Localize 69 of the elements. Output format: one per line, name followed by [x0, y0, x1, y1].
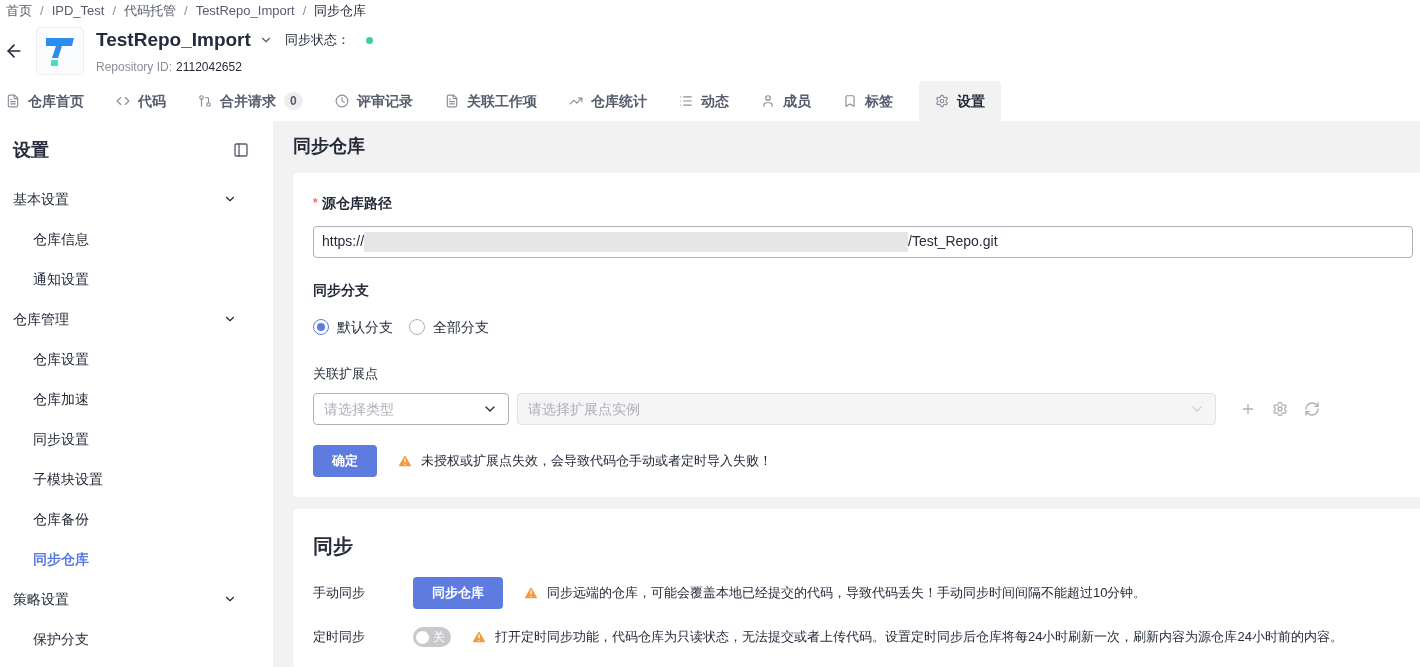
breadcrumb-item[interactable]: IPD_Test	[51, 1, 105, 21]
section-title: 同步	[313, 534, 354, 559]
merge-tab-icon	[198, 94, 212, 108]
field-label: 关联扩展点	[313, 364, 379, 383]
settings-tab-icon	[934, 94, 949, 108]
collapse-icon[interactable]	[233, 142, 249, 158]
breadcrumb-item[interactable]: 首页	[6, 1, 32, 21]
sidebar-group[interactable]: 策略设置	[0, 579, 273, 619]
warning-text: 同步远端的仓库，可能会覆盖本地已经提交的代码，导致代码丢失！手动同步时间间隔不能超过10分钟。	[547, 584, 1147, 603]
warning-text: 未授权或扩展点失效，会导致代码仓手动或者定时导入失败！	[421, 452, 772, 471]
sidebar-item[interactable]: 仓库设置	[0, 339, 273, 379]
sidebar-item[interactable]: 保护分支	[0, 619, 273, 659]
sidebar-title: 设置	[13, 138, 49, 162]
sidebar-item[interactable]: 仓库加速	[0, 379, 273, 419]
sidebar-group[interactable]: 仓库管理	[0, 299, 273, 339]
required-mark: *	[313, 195, 318, 212]
count-badge: 0	[284, 92, 303, 110]
tab[interactable]: 合并请求 0	[192, 81, 309, 121]
page-title: 同步仓库	[293, 135, 366, 159]
repo-id: 2112042652	[176, 59, 242, 77]
sync-status-label: 同步状态：	[284, 31, 350, 50]
code-tab-icon	[116, 94, 130, 108]
sync-button[interactable]: 同步仓库	[413, 577, 503, 609]
sidebar-item[interactable]: 通知设置	[0, 259, 273, 299]
tag-tab-icon	[842, 94, 857, 108]
warning-icon	[397, 453, 413, 469]
refresh-icon[interactable]	[1304, 401, 1320, 417]
field-label: 同步分支	[313, 280, 370, 300]
tab[interactable]: 仓库统计	[562, 81, 653, 121]
breadcrumb-separator: /	[112, 2, 116, 21]
confirm-button[interactable]: 确定	[313, 445, 377, 477]
warning-icon	[471, 629, 487, 645]
doc-tab-icon	[444, 94, 459, 108]
tab[interactable]: 关联工作项	[438, 81, 543, 121]
tab[interactable]: 标签	[836, 81, 899, 121]
warning-icon	[523, 585, 539, 601]
review-tab-icon	[334, 94, 349, 108]
sidebar-group[interactable]: 基本设置	[0, 179, 273, 219]
breadcrumb-item[interactable]: TestRepo_Import	[195, 1, 295, 21]
breadcrumb-separator: /	[40, 2, 44, 21]
sidebar-item[interactable]: 子模块设置	[0, 459, 273, 499]
tab[interactable]: 评审记录	[328, 81, 419, 121]
warning-text: 打开定时同步功能，代码仓库为只读状态，无法提交或者上传代码。设置定时同步后仓库将每24小时刷新一次，刷新内容为源仓库24小时前的内容。	[495, 628, 1343, 647]
field-label: 源仓库路径	[321, 193, 392, 213]
sidebar-item[interactable]: 仓库备份	[0, 499, 273, 539]
repo-id-label: Repository ID:	[96, 59, 173, 77]
repo-logo	[36, 27, 84, 75]
sidebar-item[interactable]: 同步设置	[0, 419, 273, 459]
breadcrumb-item: 同步仓库	[314, 2, 367, 21]
breadcrumb-item[interactable]: 代码托管	[124, 1, 176, 21]
sidebar-item[interactable]: 同步仓库	[0, 539, 273, 579]
breadcrumb-separator: /	[184, 2, 188, 21]
settings-icon[interactable]	[1272, 401, 1288, 417]
breadcrumb-separator: /	[302, 2, 307, 21]
tab[interactable]: 代码	[110, 81, 172, 121]
sidebar-item[interactable]: 仓库信息	[0, 219, 273, 259]
user-tab-icon	[760, 94, 775, 108]
tab[interactable]: 成员	[754, 81, 817, 121]
home-tab-icon	[6, 94, 20, 108]
row-label: 定时同步	[313, 628, 366, 647]
repo-name: TestRepo_Import	[96, 27, 251, 52]
tab[interactable]: 仓库首页	[0, 81, 90, 121]
radio-label: 全部分支	[433, 317, 489, 337]
url-field[interactable]: https:// /Test_Repo.git	[313, 225, 1413, 258]
list-tab-icon	[678, 94, 693, 108]
tab[interactable]: 设置	[918, 81, 1001, 121]
tab[interactable]: 动态	[672, 81, 735, 121]
row-label: 手动同步	[313, 584, 366, 603]
radio-label: 默认分支	[337, 317, 393, 337]
